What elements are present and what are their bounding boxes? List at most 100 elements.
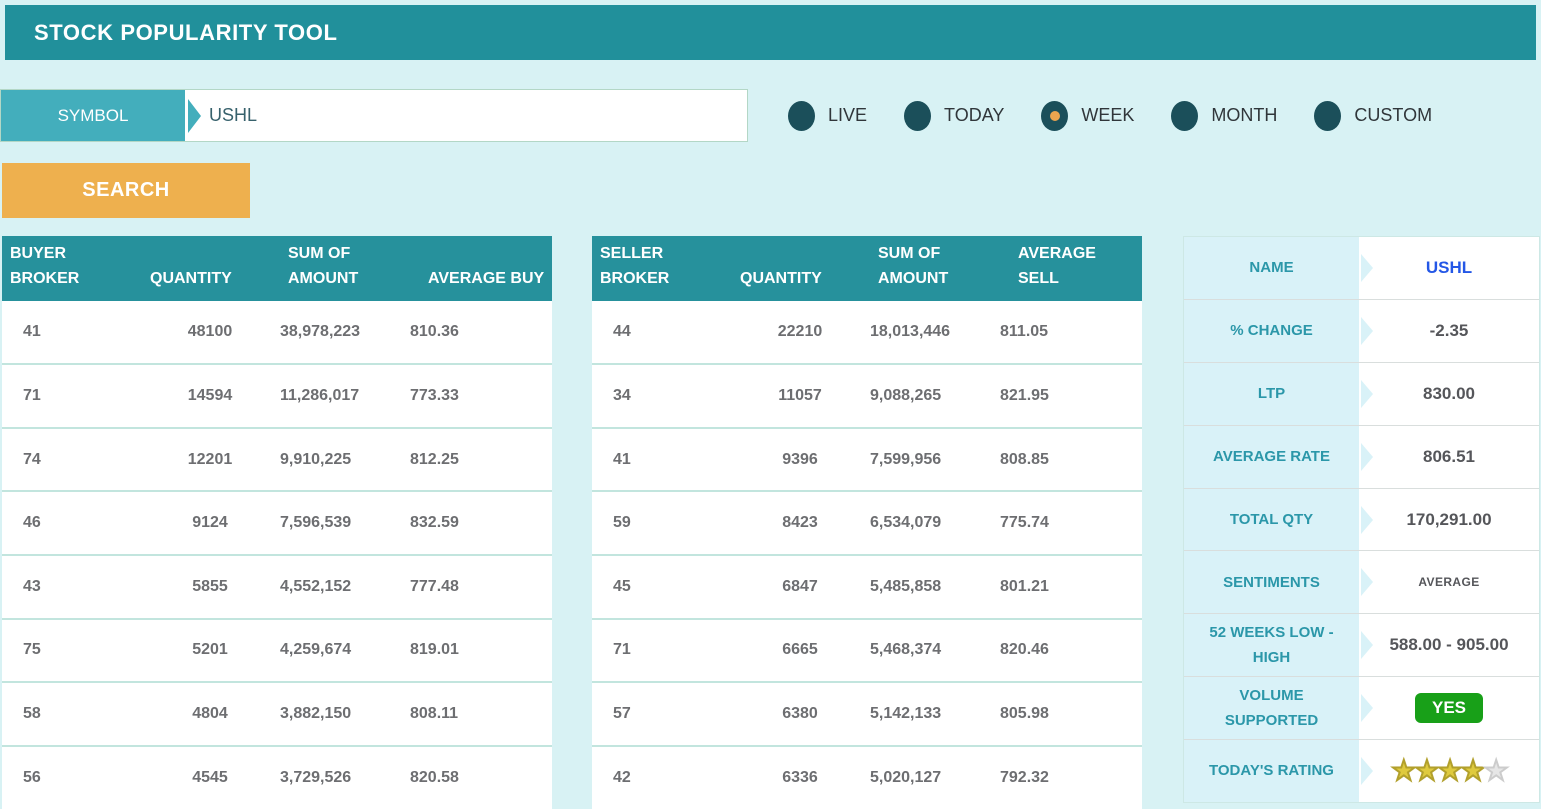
timeframe-radio[interactable]: WEEK (1041, 101, 1134, 131)
buyer-table-row: 43 5855 4,552,152 777.48 (2, 555, 552, 619)
average-cell: 777.48 (404, 555, 552, 619)
star-filled-icon: ★ (1437, 757, 1462, 785)
stock-name-value: USHL (1359, 237, 1539, 299)
volume-supported-value: YES (1359, 677, 1539, 739)
star-filled-icon: ★ (1461, 757, 1486, 785)
broker-cell: 71 (592, 619, 732, 683)
broker-cell: 58 (2, 682, 142, 746)
app-header: STOCK POPULARITY TOOL (5, 5, 1536, 60)
broker-cell: 71 (2, 364, 142, 428)
sum-cell: 18,013,446 (868, 301, 994, 365)
sum-cell: 9,088,265 (868, 364, 994, 428)
summary-label: % CHANGE (1184, 300, 1359, 362)
average-cell: 832.59 (404, 491, 552, 555)
star-filled-icon: ★ (1414, 757, 1439, 785)
summary-row-ltp: LTP 830.00 (1184, 362, 1539, 425)
buyer-table-header: BUYER BROKER QUANTITY SUM OF AMOUNT AVER… (2, 236, 552, 301)
seller-table-body: 44 22210 18,013,446 811.05 34 11057 9,08… (592, 301, 1142, 809)
total-qty-value: 170,291.00 (1359, 489, 1539, 551)
sum-cell: 7,596,539 (278, 491, 404, 555)
sum-cell: 4,259,674 (278, 619, 404, 683)
timeframe-radio[interactable]: CUSTOM (1314, 101, 1432, 131)
quantity-cell: 4545 (142, 746, 278, 809)
52-weeks-low-high-value: 588.00 - 905.00 (1359, 614, 1539, 676)
radio-button-icon[interactable] (1171, 101, 1198, 131)
radio-label: LIVE (828, 105, 867, 126)
summary-row-volume-supported: VOLUME SUPPORTED YES (1184, 676, 1539, 739)
timeframe-radio[interactable]: LIVE (788, 101, 867, 131)
buyer-table-row: 74 12201 9,910,225 812.25 (2, 428, 552, 492)
broker-cell: 34 (592, 364, 732, 428)
todays-rating-value: ★★★★★ (1359, 740, 1539, 802)
search-button[interactable]: SEARCH (2, 163, 250, 218)
sum-cell: 5,485,858 (868, 555, 994, 619)
percent-change-value: -2.35 (1359, 300, 1539, 362)
average-cell: 775.74 (994, 491, 1142, 555)
seller-table-header: SELLER BROKER QUANTITY SUM OF AMOUNT AVE… (592, 236, 1142, 301)
timeframe-radio[interactable]: TODAY (904, 101, 1004, 131)
quantity-cell: 11057 (732, 364, 868, 428)
quantity-cell: 9396 (732, 428, 868, 492)
column-header-sum-of-amount: SUM OF AMOUNT (278, 236, 404, 301)
average-cell: 810.36 (404, 301, 552, 365)
buyer-table-row: 46 9124 7,596,539 832.59 (2, 491, 552, 555)
radio-label: CUSTOM (1354, 105, 1432, 126)
broker-cell: 75 (2, 619, 142, 683)
summary-label: TOTAL QTY (1184, 489, 1359, 551)
average-cell: 808.85 (994, 428, 1142, 492)
broker-cell: 44 (592, 301, 732, 365)
broker-cell: 46 (2, 491, 142, 555)
average-cell: 820.46 (994, 619, 1142, 683)
summary-row-average-rate: AVERAGE RATE 806.51 (1184, 425, 1539, 488)
seller-table-row: 42 6336 5,020,127 792.32 (592, 746, 1142, 809)
sum-cell: 38,978,223 (278, 301, 404, 365)
quantity-cell: 48100 (142, 301, 278, 365)
summary-label: AVERAGE RATE (1184, 426, 1359, 488)
symbol-field-group: SYMBOL (0, 89, 748, 142)
average-cell: 811.05 (994, 301, 1142, 365)
timeframe-radio-group: LIVE TODAY WEEK MONTH CUSTOM (788, 101, 1469, 131)
symbol-field-label: SYMBOL (1, 90, 185, 141)
quantity-cell: 6847 (732, 555, 868, 619)
quantity-cell: 14594 (142, 364, 278, 428)
summary-row-rating: TODAY'S RATING ★★★★★ (1184, 739, 1539, 802)
broker-cell: 57 (592, 682, 732, 746)
quantity-cell: 12201 (142, 428, 278, 492)
summary-row-name: NAME USHL (1184, 237, 1539, 299)
average-cell: 792.32 (994, 746, 1142, 809)
summary-row-sentiments: SENTIMENTS AVERAGE (1184, 550, 1539, 613)
buyer-table-body: 41 48100 38,978,223 810.36 71 14594 11,2… (2, 301, 552, 809)
sum-cell: 3,729,526 (278, 746, 404, 809)
main-content: BUYER BROKER QUANTITY SUM OF AMOUNT AVER… (0, 236, 1541, 809)
quantity-cell: 6336 (732, 746, 868, 809)
timeframe-radio[interactable]: MONTH (1171, 101, 1277, 131)
radio-button-icon[interactable] (788, 101, 815, 131)
radio-button-icon[interactable] (904, 101, 931, 131)
rating-stars: ★★★★★ (1391, 757, 1507, 785)
sum-cell: 5,468,374 (868, 619, 994, 683)
quantity-cell: 5855 (142, 555, 278, 619)
page-title: STOCK POPULARITY TOOL (5, 20, 338, 46)
broker-cell: 41 (2, 301, 142, 365)
broker-cell: 45 (592, 555, 732, 619)
summary-row-total-qty: TOTAL QTY 170,291.00 (1184, 488, 1539, 551)
seller-table-row: 71 6665 5,468,374 820.46 (592, 619, 1142, 683)
symbol-input[interactable] (185, 90, 747, 141)
summary-label: 52 WEEKS LOW - HIGH (1184, 614, 1359, 676)
ltp-value: 830.00 (1359, 363, 1539, 425)
average-cell: 801.21 (994, 555, 1142, 619)
summary-label: LTP (1184, 363, 1359, 425)
broker-cell: 74 (2, 428, 142, 492)
broker-cell: 43 (2, 555, 142, 619)
buyer-broker-table: BUYER BROKER QUANTITY SUM OF AMOUNT AVER… (2, 236, 552, 809)
star-empty-icon: ★ (1484, 757, 1509, 785)
radio-button-icon[interactable] (1314, 101, 1341, 131)
seller-table-row: 44 22210 18,013,446 811.05 (592, 301, 1142, 365)
sum-cell: 9,910,225 (278, 428, 404, 492)
buyer-table-row: 58 4804 3,882,150 808.11 (2, 682, 552, 746)
sum-cell: 5,020,127 (868, 746, 994, 809)
radio-button-icon[interactable] (1041, 101, 1068, 131)
average-rate-value: 806.51 (1359, 426, 1539, 488)
broker-cell: 41 (592, 428, 732, 492)
summary-row-change: % CHANGE -2.35 (1184, 299, 1539, 362)
